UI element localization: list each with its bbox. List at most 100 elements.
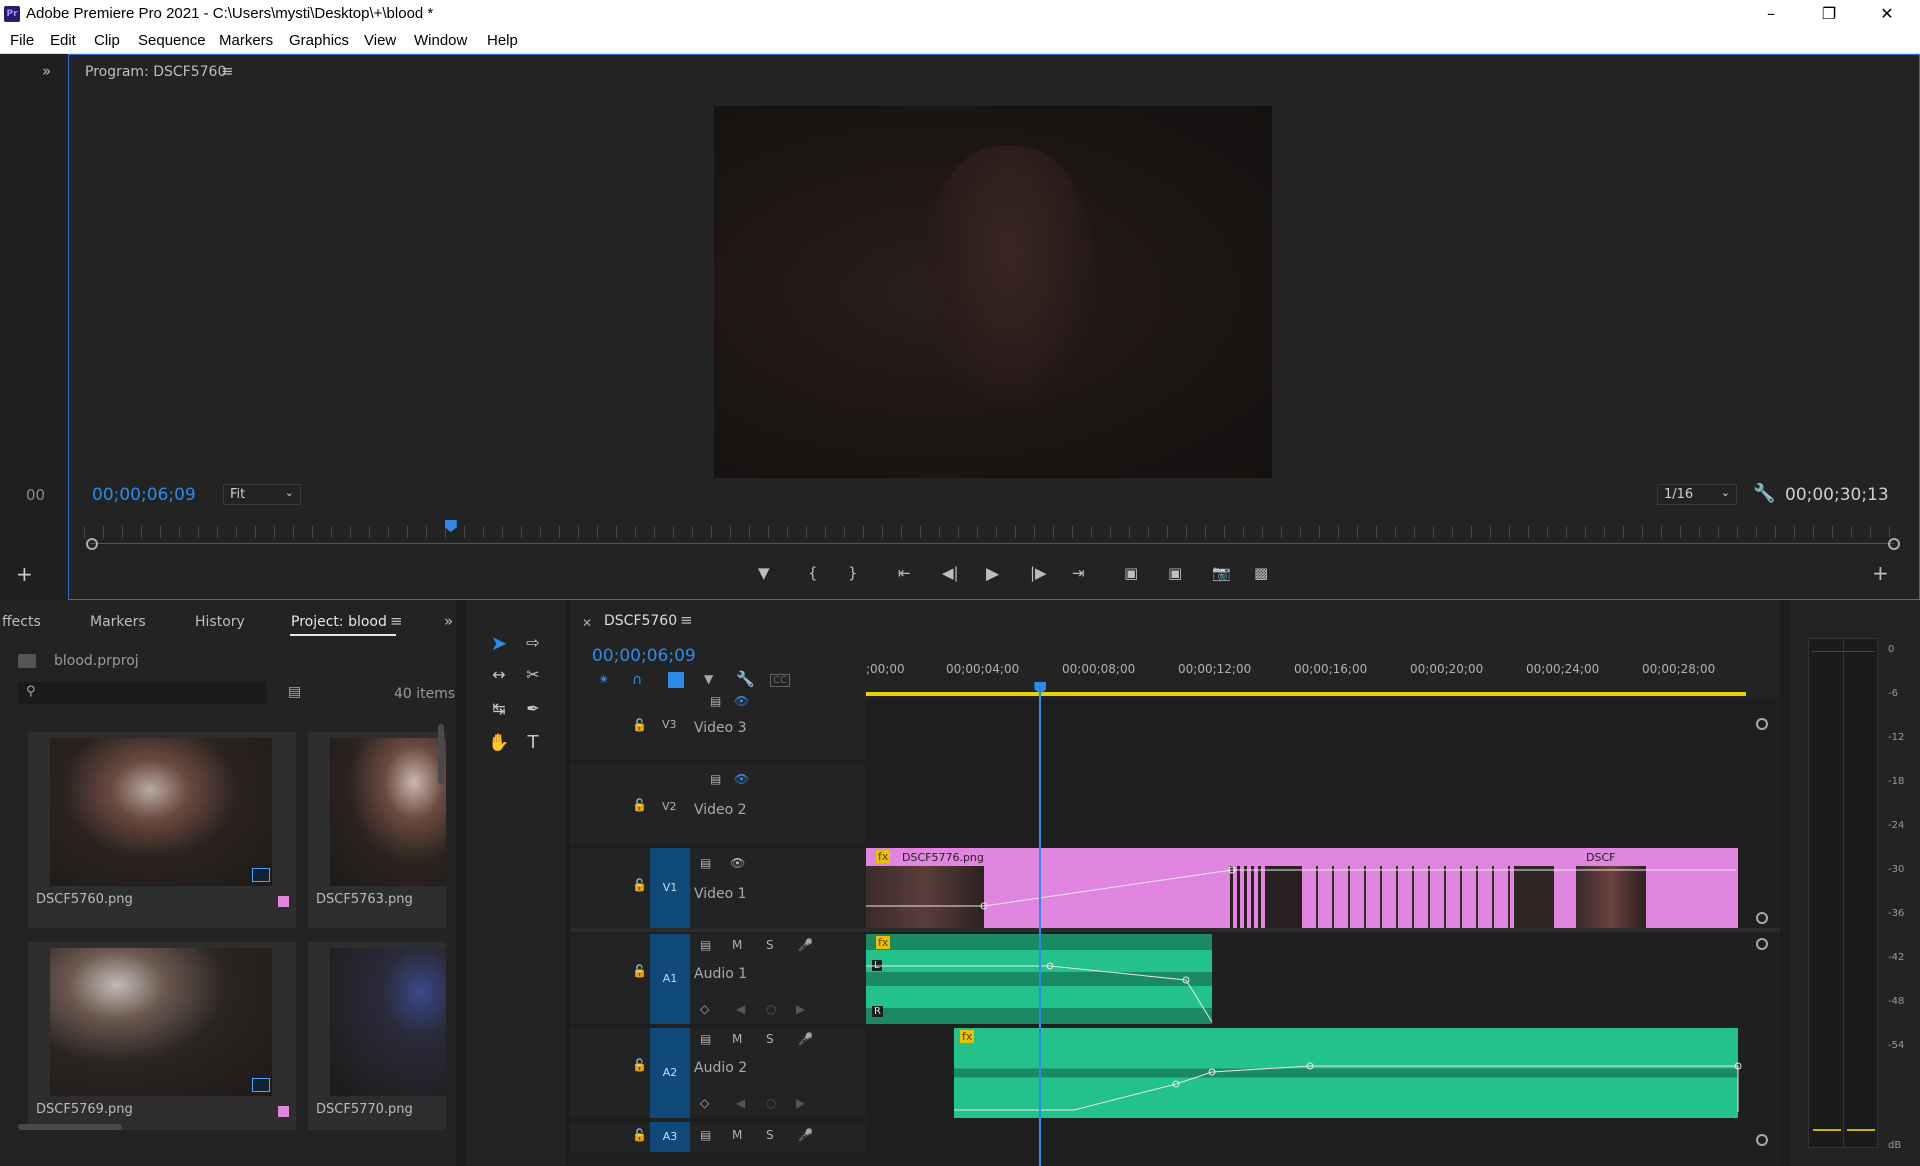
- minimize-icon[interactable]: –: [1742, 0, 1800, 28]
- solo-button[interactable]: S: [766, 938, 774, 952]
- mute-button[interactable]: M: [732, 1128, 742, 1142]
- track-target-v3[interactable]: V3: [662, 718, 677, 731]
- razor-tool-icon[interactable]: ✂: [518, 660, 548, 690]
- keyframe-icon[interactable]: ◇: [700, 1002, 709, 1016]
- go-to-in-icon[interactable]: ⇤: [898, 564, 911, 582]
- maximize-icon[interactable]: ❐: [1800, 0, 1858, 28]
- next-keyframe-icon[interactable]: ▶: [796, 1002, 805, 1016]
- program-monitor-title[interactable]: Program: DSCF5760: [85, 64, 226, 80]
- panel-menu-icon[interactable]: ≡: [221, 62, 234, 80]
- menu-markers[interactable]: Markers: [219, 32, 273, 49]
- project-item[interactable]: DSCF5769.png: [28, 942, 296, 1130]
- tab-history[interactable]: History: [195, 614, 245, 630]
- solo-button[interactable]: S: [766, 1128, 774, 1142]
- menu-help[interactable]: Help: [487, 32, 518, 49]
- ripple-edit-tool-icon[interactable]: ↔: [484, 660, 514, 690]
- track-target-v2[interactable]: V2: [662, 800, 677, 813]
- add-keyframe-icon[interactable]: ○: [766, 1096, 776, 1110]
- add-keyframe-icon[interactable]: ○: [766, 1002, 776, 1016]
- tab-markers[interactable]: Markers: [90, 614, 146, 630]
- linked-selection-icon[interactable]: [668, 672, 684, 688]
- menu-view[interactable]: View: [364, 32, 396, 49]
- panel-menu-icon[interactable]: ≡: [680, 611, 693, 629]
- lock-icon[interactable]: 🔓: [632, 798, 647, 812]
- lock-icon[interactable]: 🔓: [632, 718, 647, 732]
- opacity-keyframe-line[interactable]: [866, 848, 1746, 928]
- tab-project-blood[interactable]: Project: blood: [291, 614, 387, 630]
- lift-icon[interactable]: ▣: [1124, 564, 1138, 582]
- eye-hidden-icon[interactable]: 👁: [734, 694, 749, 708]
- lock-icon[interactable]: 🔓: [632, 1058, 647, 1072]
- lock-icon[interactable]: 🔓: [632, 1128, 647, 1142]
- track-select-tool-icon[interactable]: ⇨: [518, 628, 548, 658]
- mark-in-icon[interactable]: {: [808, 564, 818, 582]
- camera-icon[interactable]: ▤: [710, 772, 721, 786]
- volume-keyframe-line[interactable]: [954, 1028, 1744, 1118]
- scroll-handle[interactable]: [1756, 938, 1768, 950]
- zoom-handle-left[interactable]: [86, 538, 98, 550]
- go-to-out-icon[interactable]: ⇥: [1072, 564, 1085, 582]
- camera-icon[interactable]: ▤: [700, 938, 711, 952]
- sequence-tab[interactable]: DSCF5760: [604, 613, 677, 629]
- add-button-icon[interactable]: +: [1872, 561, 1889, 585]
- add-marker-icon[interactable]: ▼: [758, 564, 770, 582]
- expand-panels-icon[interactable]: »: [444, 612, 453, 630]
- wrench-icon[interactable]: 🔧: [1753, 483, 1775, 504]
- track-target-a3[interactable]: A3: [650, 1122, 690, 1152]
- microphone-icon[interactable]: 🎤: [798, 938, 813, 952]
- play-icon[interactable]: ▶: [986, 564, 999, 584]
- keyframe-icon[interactable]: ◇: [700, 1096, 709, 1110]
- menu-edit[interactable]: Edit: [50, 32, 76, 49]
- menu-window[interactable]: Window: [414, 32, 467, 49]
- timeline-ruler[interactable]: ;00;00 00;00;04;00 00;00;08;00 00;00;12;…: [866, 640, 1766, 680]
- eye-icon[interactable]: 👁: [730, 856, 745, 870]
- timeline-timecode[interactable]: 00;00;06;09: [592, 646, 696, 666]
- project-item[interactable]: DSCF5760.png: [28, 732, 296, 928]
- snap-icon[interactable]: ∩: [632, 672, 642, 688]
- solo-button[interactable]: S: [766, 1032, 774, 1046]
- program-timecode[interactable]: 00;00;06;09: [92, 485, 196, 505]
- vertical-scrollbar[interactable]: [438, 724, 444, 784]
- scroll-handle[interactable]: [1756, 1134, 1768, 1146]
- track-target-v1[interactable]: V1: [650, 848, 690, 928]
- microphone-icon[interactable]: 🎤: [798, 1128, 813, 1142]
- panel-menu-icon[interactable]: ≡: [390, 612, 403, 630]
- pen-tool-icon[interactable]: ✒: [518, 694, 548, 724]
- project-item[interactable]: DSCF5770.png: [308, 942, 446, 1130]
- camera-icon[interactable]: ▤: [700, 1032, 711, 1046]
- extract-icon[interactable]: ▣: [1168, 564, 1182, 582]
- close-icon[interactable]: ✕: [1858, 0, 1916, 28]
- scroll-handle[interactable]: [1756, 718, 1768, 730]
- slip-tool-icon[interactable]: ↹: [484, 694, 514, 724]
- project-search-input[interactable]: ⚲: [18, 682, 266, 704]
- fit-select[interactable]: Fit ⌄: [223, 484, 301, 505]
- zoom-handle-right[interactable]: [1888, 538, 1900, 550]
- camera-icon[interactable]: ▤: [700, 856, 711, 870]
- nest-icon[interactable]: ✴: [598, 672, 610, 688]
- tab-effects[interactable]: ffects: [2, 614, 41, 630]
- resolution-select[interactable]: 1/16 ⌄: [1657, 484, 1737, 505]
- project-item[interactable]: DSCF5763.png: [308, 732, 446, 928]
- work-area-bar[interactable]: [866, 692, 1746, 696]
- track-target-a1[interactable]: A1: [650, 934, 690, 1024]
- next-keyframe-icon[interactable]: ▶: [796, 1096, 805, 1110]
- type-tool-icon[interactable]: T: [518, 728, 548, 758]
- mark-out-icon[interactable]: }: [848, 564, 858, 582]
- captions-icon[interactable]: CC: [770, 674, 790, 687]
- step-back-icon[interactable]: ◀|: [942, 564, 959, 582]
- track-target-a2[interactable]: A2: [650, 1028, 690, 1118]
- camera-icon[interactable]: ▤: [710, 694, 721, 708]
- camera-icon[interactable]: ▤: [700, 1128, 711, 1142]
- scroll-handle[interactable]: [1756, 912, 1768, 924]
- video-audio-divider[interactable]: [570, 928, 1780, 932]
- step-forward-icon[interactable]: |▶: [1030, 564, 1047, 582]
- lock-icon[interactable]: 🔓: [632, 878, 647, 892]
- wrench-icon[interactable]: 🔧: [736, 670, 755, 688]
- export-frame-icon[interactable]: 📷: [1212, 564, 1231, 582]
- new-bin-icon[interactable]: ▤: [288, 684, 301, 700]
- comparison-view-icon[interactable]: ▩: [1254, 564, 1268, 582]
- microphone-icon[interactable]: 🎤: [798, 1032, 813, 1046]
- menu-sequence[interactable]: Sequence: [138, 32, 206, 49]
- horizontal-scrollbar[interactable]: [18, 1124, 122, 1130]
- prev-keyframe-icon[interactable]: ◀: [736, 1096, 745, 1110]
